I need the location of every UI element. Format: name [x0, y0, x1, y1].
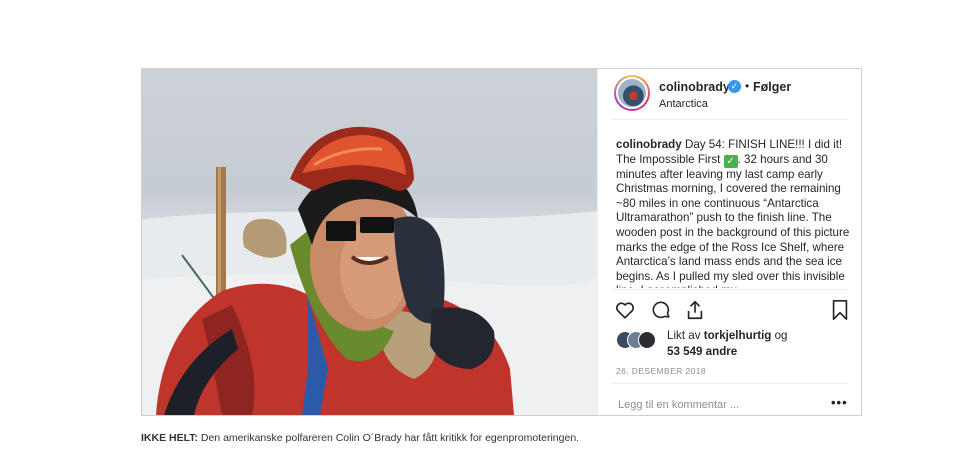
likes-summary: Likt av torkjelhurtig og 53 549 andre	[667, 328, 847, 360]
bookmark-icon[interactable]	[830, 299, 850, 321]
heart-icon[interactable]	[614, 299, 636, 321]
header-divider	[612, 119, 848, 120]
comment-icon[interactable]	[650, 299, 672, 321]
likers-avatars	[616, 331, 662, 349]
post-actions	[614, 299, 854, 323]
caption-text-2: . 32 hours and 30 minutes after leaving …	[616, 152, 850, 288]
more-options-icon[interactable]: •••	[831, 395, 848, 410]
caption-divider	[612, 289, 848, 290]
check-mark-icon: ✓	[723, 154, 738, 168]
profile-avatar[interactable]	[614, 75, 650, 111]
comment-divider	[612, 383, 848, 384]
liker-avatar	[638, 331, 656, 349]
likes-conjunction: og	[771, 329, 788, 342]
caption-label: IKKE HELT:	[141, 432, 198, 444]
liker-username-link[interactable]: torkjelhurtig	[704, 329, 772, 342]
follow-button[interactable]: Følger	[753, 80, 791, 94]
caption-body: Den amerikanske polfareren Colin O´Brady…	[197, 432, 580, 444]
post-date: 26. DESEMBER 2018	[616, 366, 706, 376]
likes-prefix: Likt av	[667, 329, 704, 342]
post-header: colinobrady ✓ • Følger Antarctica	[598, 69, 861, 119]
likes-count-link[interactable]: 53 549 andre	[667, 345, 737, 358]
share-icon[interactable]	[684, 299, 706, 321]
username-link[interactable]: colinobrady	[659, 80, 730, 94]
instagram-embed: colinobrady ✓ • Følger Antarctica colino…	[141, 68, 862, 416]
location-link[interactable]: Antarctica	[659, 98, 708, 110]
verified-badge-icon: ✓	[728, 80, 741, 93]
post-photo	[142, 69, 597, 415]
figure-caption: IKKE HELT: Den amerikanske polfareren Co…	[141, 432, 579, 444]
comment-input[interactable]: Legg til en kommentar ...	[618, 399, 739, 411]
post-caption: colinobrady Day 54: FINISH LINE!!! I did…	[616, 138, 856, 288]
header-separator: •	[745, 79, 750, 93]
post-sidebar: colinobrady ✓ • Følger Antarctica colino…	[597, 69, 861, 415]
caption-username[interactable]: colinobrady	[616, 138, 682, 151]
